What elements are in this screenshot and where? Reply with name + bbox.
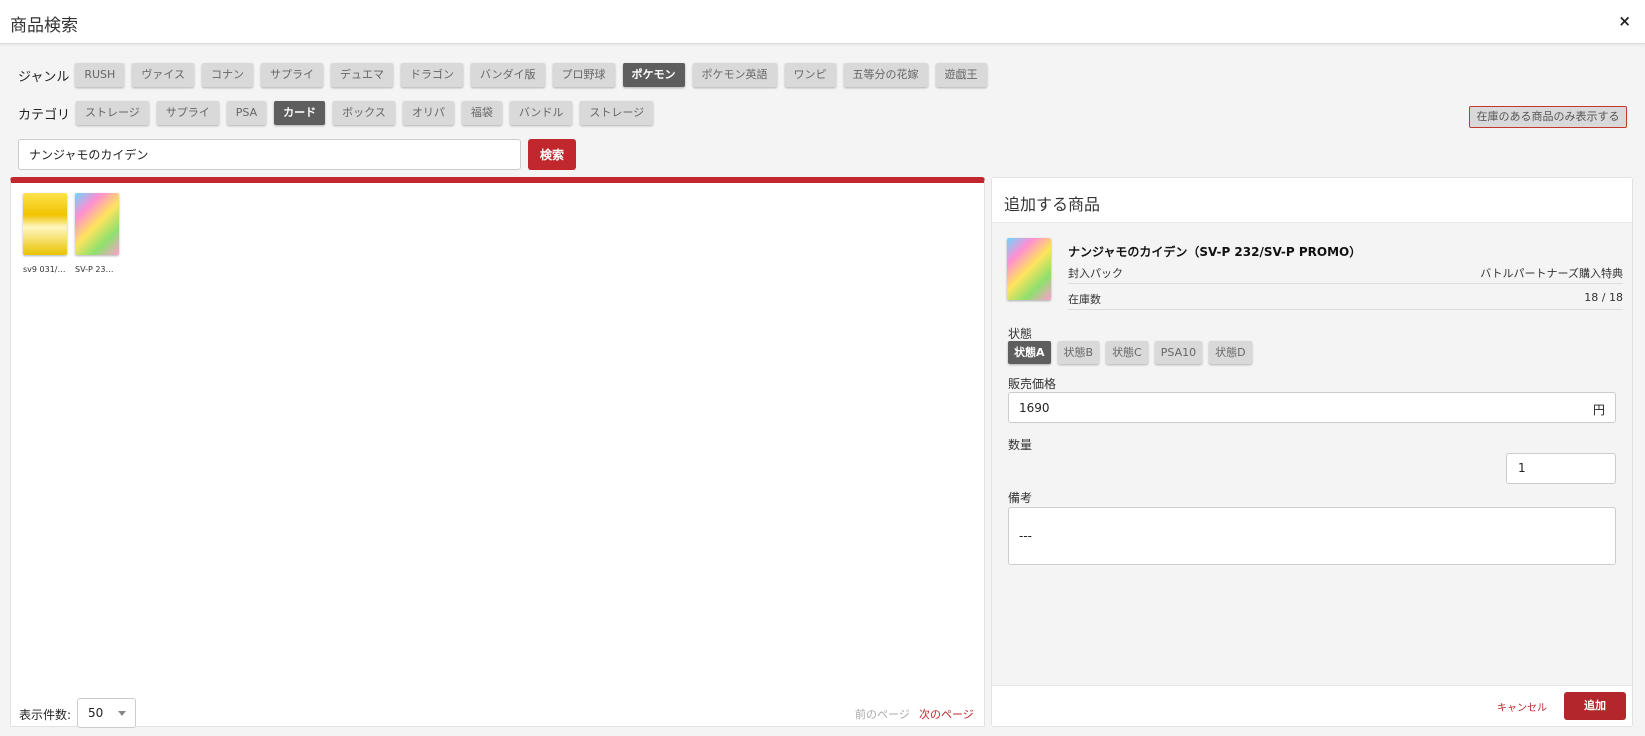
page-size-select[interactable]: 50: [77, 698, 136, 728]
condition-chip[interactable]: PSA10: [1154, 341, 1203, 364]
prev-page-link[interactable]: 前のページ: [855, 706, 910, 722]
condition-chip[interactable]: 状態D: [1209, 341, 1252, 364]
search-results: sv9 031/… SV-P 23… 表示件数: 50 前のページ 次のページ: [10, 177, 985, 728]
category-chip[interactable]: バンドル: [509, 101, 573, 125]
genre-chip-active[interactable]: ポケモン: [622, 63, 685, 87]
pack-value: バトルパートナーズ購入特典: [1480, 267, 1623, 280]
result-caption: sv9 031/…: [23, 265, 66, 274]
condition-label: 状態: [1008, 327, 1033, 341]
memo-field[interactable]: ---: [1008, 507, 1616, 565]
card-image: [75, 193, 119, 255]
genre-filter-row: ジャンル RUSH ヴァイス コナン サプライ デュエマ ドラゴン バンダイ版 …: [18, 63, 995, 87]
condition-chip-active[interactable]: 状態A: [1008, 341, 1051, 364]
genre-chip[interactable]: 遊戯王: [935, 63, 987, 87]
category-label: カテゴリ: [18, 107, 71, 123]
stock-label: 在庫数: [1068, 293, 1101, 306]
category-filter-row: カテゴリ ストレージ サプライ PSA カード ボックス オリパ 福袋 バンドル…: [18, 101, 661, 125]
genre-chip[interactable]: コナン: [201, 63, 253, 87]
quantity-field[interactable]: 1: [1506, 453, 1616, 484]
price-label: 販売価格: [1008, 377, 1057, 391]
stock-info-row: 在庫数 18 / 18: [1068, 288, 1623, 310]
stock-value: 18 / 18: [1584, 291, 1623, 304]
panel-footer: キャンセル 追加: [992, 685, 1632, 726]
in-stock-only-toggle[interactable]: 在庫のある商品のみ表示する: [1469, 106, 1627, 128]
page-size-label: 表示件数:: [19, 708, 72, 722]
category-chip[interactable]: ストレージ: [580, 101, 654, 125]
search-button[interactable]: 検索: [528, 139, 576, 170]
panel-header: 追加する商品: [992, 178, 1632, 223]
page-title: 商品検索: [10, 16, 78, 36]
chevron-down-icon: [118, 711, 126, 716]
pack-label: 封入パック: [1068, 267, 1123, 280]
condition-chip[interactable]: 状態C: [1106, 341, 1148, 364]
category-chip[interactable]: ストレージ: [76, 101, 149, 125]
result-item[interactable]: SV-P 23…: [75, 193, 119, 274]
next-page-link[interactable]: 次のページ: [919, 706, 974, 722]
modal-header: 商品検索 ×: [0, 0, 1645, 44]
panel-title: 追加する商品: [1004, 195, 1101, 214]
price-field[interactable]: 1690 円: [1008, 392, 1616, 423]
card-image: [23, 193, 67, 255]
category-chip[interactable]: ボックス: [333, 101, 395, 125]
result-caption: SV-P 23…: [75, 265, 114, 274]
page-size-value: 50: [88, 706, 104, 720]
genre-chip[interactable]: RUSH: [75, 63, 125, 87]
add-product-panel: 追加する商品 ナンジャモのカイデン（SV-P 232/SV-P PROMO） 封…: [991, 177, 1633, 727]
genre-chip[interactable]: 五等分の花嫁: [843, 63, 928, 87]
category-chip[interactable]: 福袋: [461, 101, 502, 125]
condition-chip[interactable]: 状態B: [1057, 341, 1100, 364]
add-button[interactable]: 追加: [1564, 692, 1626, 720]
condition-options: 状態A 状態B 状態C PSA10 状態D: [1008, 341, 1259, 364]
result-item[interactable]: sv9 031/…: [23, 193, 67, 274]
cancel-button[interactable]: キャンセル: [1497, 699, 1547, 714]
price-value: 1690: [1019, 401, 1050, 415]
genre-chip[interactable]: ドラゴン: [400, 63, 463, 87]
close-icon[interactable]: ×: [1618, 12, 1631, 30]
category-chip[interactable]: サプライ: [156, 101, 219, 125]
genre-chip[interactable]: デュエマ: [330, 63, 393, 87]
search-input[interactable]: [18, 139, 521, 170]
memo-label: 備考: [1008, 491, 1033, 505]
genre-chip[interactable]: サプライ: [260, 63, 323, 87]
category-chip[interactable]: PSA: [226, 101, 267, 125]
genre-chip[interactable]: ヴァイス: [132, 63, 194, 87]
genre-chip[interactable]: プロ野球: [552, 63, 615, 87]
genre-label: ジャンル: [18, 69, 70, 85]
category-chip[interactable]: オリパ: [402, 101, 454, 125]
product-name: ナンジャモのカイデン（SV-P 232/SV-P PROMO）: [1068, 245, 1362, 259]
price-unit: 円: [1592, 403, 1605, 417]
product-image: [1007, 238, 1051, 300]
genre-chip[interactable]: バンダイ版: [470, 63, 545, 87]
genre-chip[interactable]: ワンピ: [784, 63, 836, 87]
category-chip-active[interactable]: カード: [274, 101, 326, 125]
quantity-label: 数量: [1008, 438, 1033, 452]
genre-chip[interactable]: ポケモン英語: [692, 63, 777, 87]
pack-info-row: 封入パック バトルパートナーズ購入特典: [1068, 262, 1623, 284]
